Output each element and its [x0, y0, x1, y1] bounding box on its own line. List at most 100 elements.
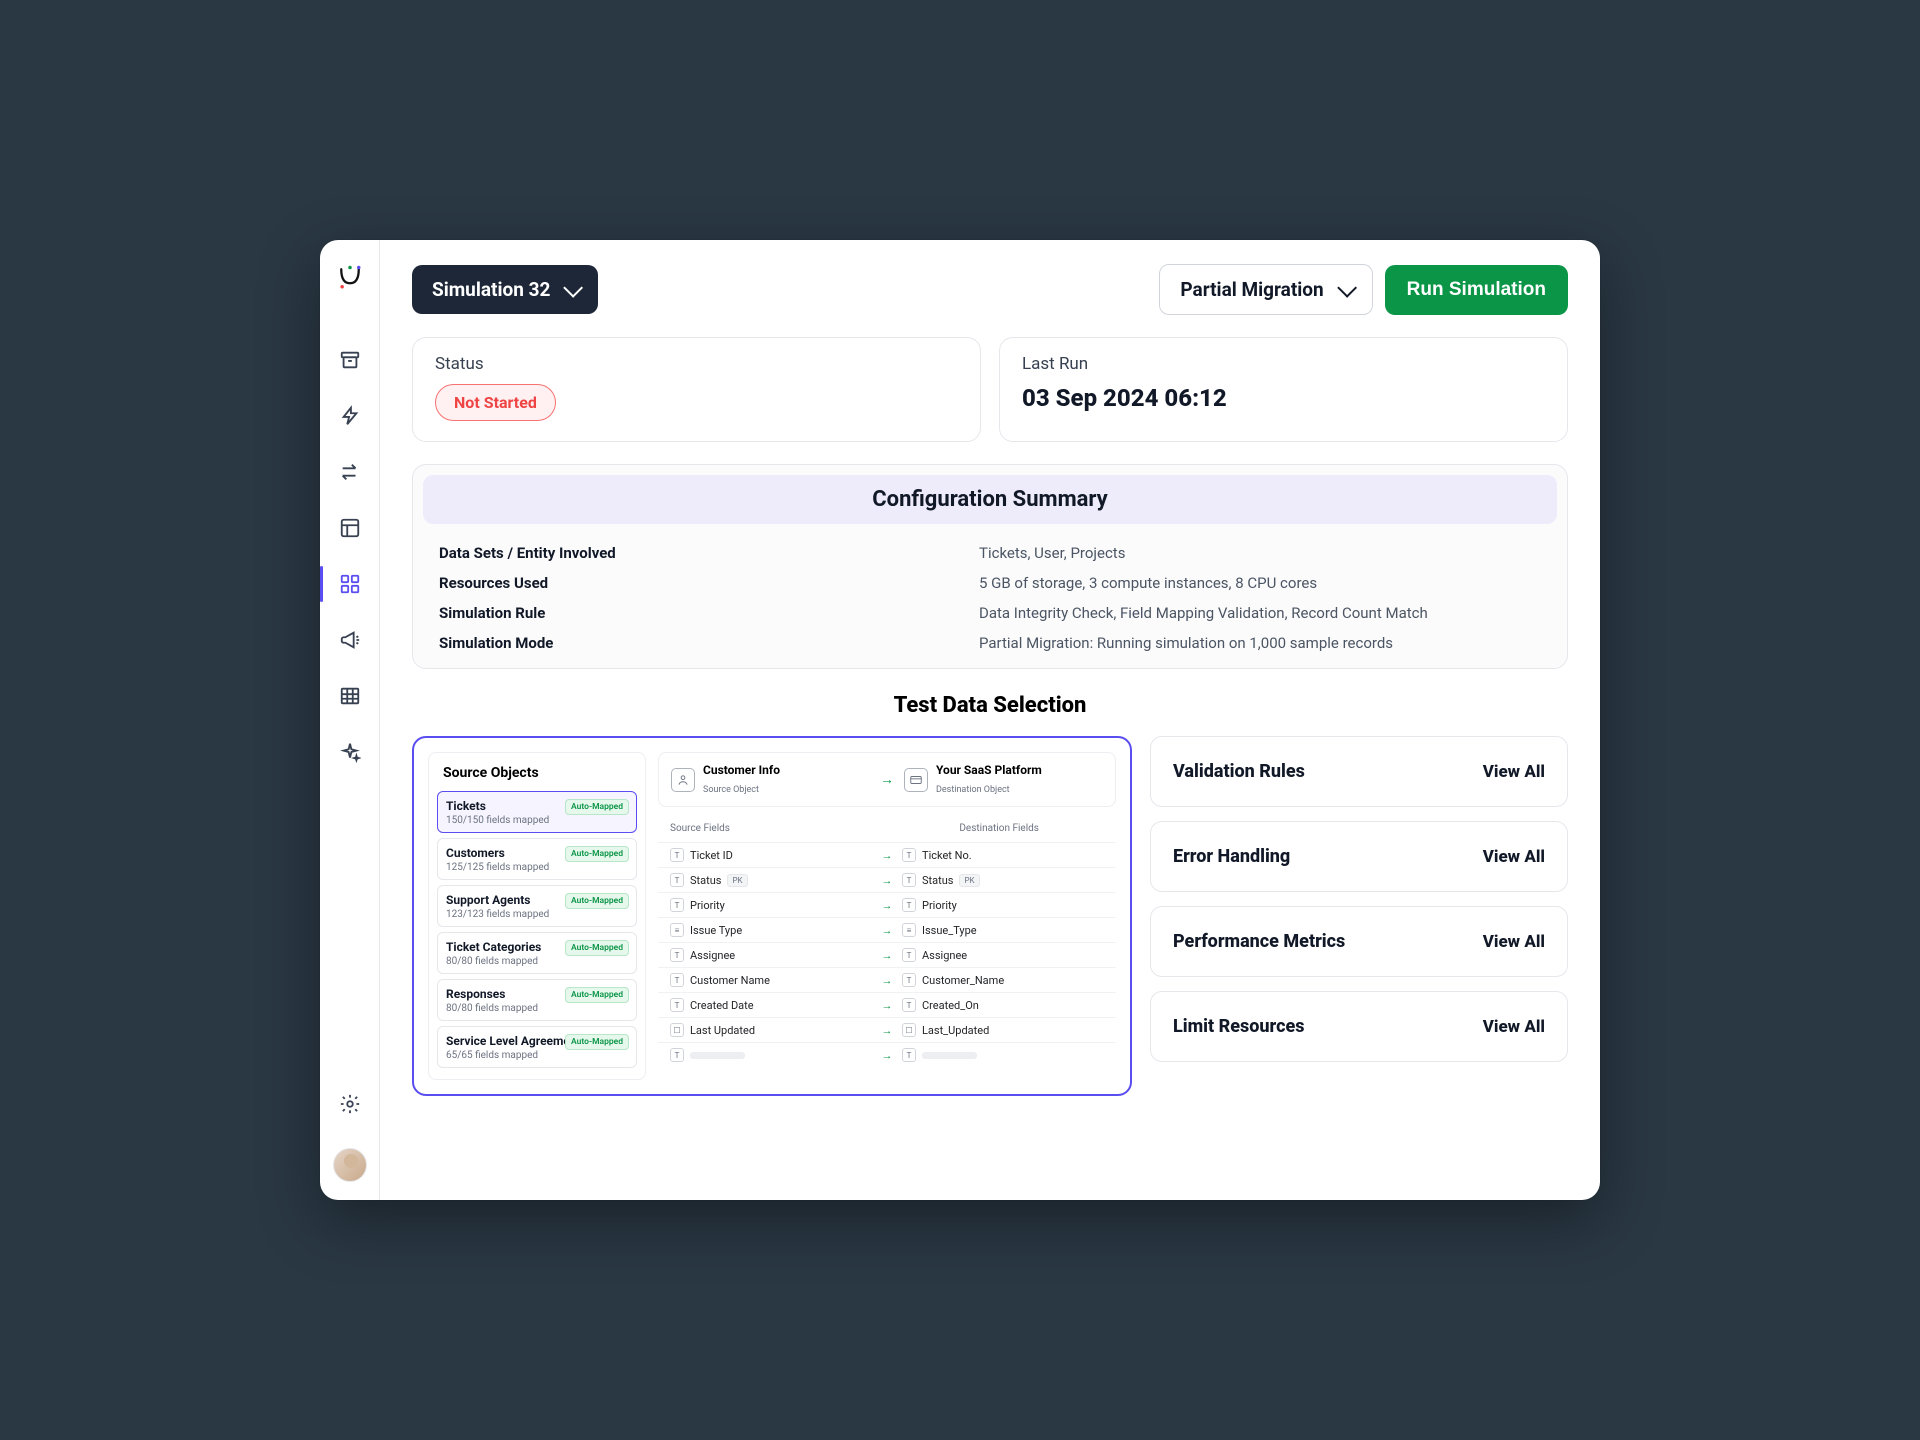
- config-key: Resources Used: [439, 574, 979, 592]
- simulation-label: Simulation 32: [432, 278, 550, 301]
- field-row[interactable]: TAssignee→TAssignee: [658, 942, 1116, 967]
- status-pill: Not Started: [435, 384, 556, 421]
- fields-list: TTicket ID→TTicket No.TStatusPK→TStatusP…: [658, 842, 1116, 1042]
- view-all-link[interactable]: View All: [1483, 762, 1545, 782]
- field-type-icon: T: [902, 873, 916, 887]
- field-type-icon: ☐: [902, 1023, 916, 1037]
- status-card: Status Not Started: [412, 337, 981, 442]
- field-row[interactable]: ☐Last Updated→☐Last_Updated: [658, 1017, 1116, 1042]
- source-field: ≡Issue Type: [670, 923, 872, 937]
- source-object-item[interactable]: Responses80/80 fields mappedAuto-Mapped: [437, 979, 637, 1021]
- source-object-item[interactable]: Support Agents123/123 fields mappedAuto-…: [437, 885, 637, 927]
- field-type-icon: ≡: [670, 923, 684, 937]
- nav-layout[interactable]: [320, 500, 380, 556]
- config-summary: Configuration Summary Data Sets / Entity…: [412, 464, 1568, 669]
- arrow-right-icon: →: [872, 974, 902, 987]
- source-field: TCustomer Name: [670, 973, 872, 987]
- source-field: TCreated Date: [670, 998, 872, 1012]
- dest-field: TCreated_On: [902, 998, 1104, 1012]
- arrow-right-icon: →: [872, 849, 902, 862]
- field-row-placeholder: T → T: [658, 1042, 1116, 1067]
- config-row: Simulation RuleData Integrity Check, Fie…: [423, 598, 1557, 628]
- arrow-right-icon: →: [880, 771, 894, 788]
- run-simulation-button[interactable]: Run Simulation: [1385, 265, 1568, 315]
- mapping-panel: Customer InfoSource Object → Your SaaS P…: [658, 752, 1116, 1080]
- field-type-icon: T: [670, 873, 684, 887]
- side-card-title: Validation Rules: [1173, 761, 1305, 782]
- mapping-header: Customer InfoSource Object → Your SaaS P…: [658, 752, 1116, 807]
- bottom-row: Source Objects Tickets150/150 fields map…: [412, 736, 1568, 1096]
- side-card[interactable]: Limit Resources View All: [1150, 991, 1568, 1062]
- field-type-icon: ≡: [902, 923, 916, 937]
- nav-bolt[interactable]: [320, 388, 380, 444]
- field-type-icon: T: [670, 948, 684, 962]
- auto-mapped-badge: Auto-Mapped: [565, 893, 629, 909]
- source-object-item[interactable]: Tickets150/150 fields mappedAuto-Mapped: [437, 791, 637, 833]
- field-row[interactable]: ≡Issue Type→≡Issue_Type: [658, 917, 1116, 942]
- nav-dashboard[interactable]: [320, 556, 380, 612]
- nav-announce[interactable]: [320, 612, 380, 668]
- side-card-title: Limit Resources: [1173, 1016, 1304, 1037]
- field-row[interactable]: TCustomer Name→TCustomer_Name: [658, 967, 1116, 992]
- field-row[interactable]: TCreated Date→TCreated_On: [658, 992, 1116, 1017]
- nav-archive[interactable]: [320, 332, 380, 388]
- config-key: Simulation Mode: [439, 634, 979, 652]
- nav-table[interactable]: [320, 668, 380, 724]
- simulation-selector[interactable]: Simulation 32: [412, 265, 598, 314]
- side-card[interactable]: Validation Rules View All: [1150, 736, 1568, 807]
- config-row: Data Sets / Entity InvolvedTickets, User…: [423, 538, 1557, 568]
- view-all-link[interactable]: View All: [1483, 847, 1545, 867]
- arrow-right-icon: →: [872, 899, 902, 912]
- config-key: Data Sets / Entity Involved: [439, 544, 979, 562]
- arrow-right-icon: →: [872, 949, 902, 962]
- source-object-sub: 65/65 fields mapped: [446, 1050, 628, 1061]
- nav-transfer[interactable]: [320, 444, 380, 500]
- source-object-item[interactable]: Service Level Agreements65/65 fields map…: [437, 1026, 637, 1068]
- card-icon: [904, 768, 928, 792]
- auto-mapped-badge: Auto-Mapped: [565, 846, 629, 862]
- source-object-item[interactable]: Ticket Categories80/80 fields mappedAuto…: [437, 932, 637, 974]
- side-card-title: Performance Metrics: [1173, 931, 1345, 952]
- last-run-value: 03 Sep 2024 06:12: [1022, 384, 1545, 412]
- config-row: Resources Used5 GB of storage, 3 compute…: [423, 568, 1557, 598]
- source-field: TTicket ID: [670, 848, 872, 862]
- last-run-card: Last Run 03 Sep 2024 06:12: [999, 337, 1568, 442]
- arrow-right-icon: →: [872, 874, 902, 887]
- field-type-icon: T: [902, 898, 916, 912]
- nav-settings[interactable]: [320, 1076, 380, 1132]
- side-cards: Validation RulesView AllError HandlingVi…: [1150, 736, 1568, 1096]
- view-all-link[interactable]: View All: [1483, 1017, 1545, 1037]
- dest-field: ☐Last_Updated: [902, 1023, 1104, 1037]
- source-object-sub: 80/80 fields mapped: [446, 956, 628, 967]
- view-all-link[interactable]: View All: [1483, 932, 1545, 952]
- auto-mapped-badge: Auto-Mapped: [565, 987, 629, 1003]
- config-val: Data Integrity Check, Field Mapping Vali…: [979, 604, 1541, 622]
- field-type-icon: T: [902, 998, 916, 1012]
- field-type-icon: T: [902, 948, 916, 962]
- field-type-icon: ☐: [670, 1023, 684, 1037]
- source-field: TStatusPK: [670, 873, 872, 887]
- source-field: TAssignee: [670, 948, 872, 962]
- app-window: Simulation 32 Partial Migration Run Simu…: [320, 240, 1600, 1200]
- side-card[interactable]: Performance Metrics View All: [1150, 906, 1568, 977]
- source-object-sub: 125/125 fields mapped: [446, 862, 628, 873]
- user-avatar[interactable]: [333, 1148, 367, 1182]
- field-type-icon: T: [670, 973, 684, 987]
- header: Simulation 32 Partial Migration Run Simu…: [412, 264, 1568, 315]
- test-section-title: Test Data Selection: [412, 693, 1568, 718]
- field-row[interactable]: TPriority→TPriority: [658, 892, 1116, 917]
- config-rows: Data Sets / Entity InvolvedTickets, User…: [423, 538, 1557, 658]
- fields-header: Source Fields Destination Fields: [658, 815, 1116, 842]
- arrow-right-icon: →: [872, 1024, 902, 1037]
- mode-selector[interactable]: Partial Migration: [1159, 264, 1372, 315]
- test-data-panel: Source Objects Tickets150/150 fields map…: [412, 736, 1132, 1096]
- dest-field: TStatusPK: [902, 873, 1104, 887]
- source-object-item[interactable]: Customers125/125 fields mappedAuto-Mappe…: [437, 838, 637, 880]
- mode-label: Partial Migration: [1180, 278, 1323, 301]
- dest-field: ≡Issue_Type: [902, 923, 1104, 937]
- side-card[interactable]: Error HandlingView All: [1150, 821, 1568, 892]
- source-object-sub: 80/80 fields mapped: [446, 1003, 628, 1014]
- nav-sparkle[interactable]: [320, 724, 380, 780]
- field-row[interactable]: TTicket ID→TTicket No.: [658, 842, 1116, 867]
- field-row[interactable]: TStatusPK→TStatusPK: [658, 867, 1116, 892]
